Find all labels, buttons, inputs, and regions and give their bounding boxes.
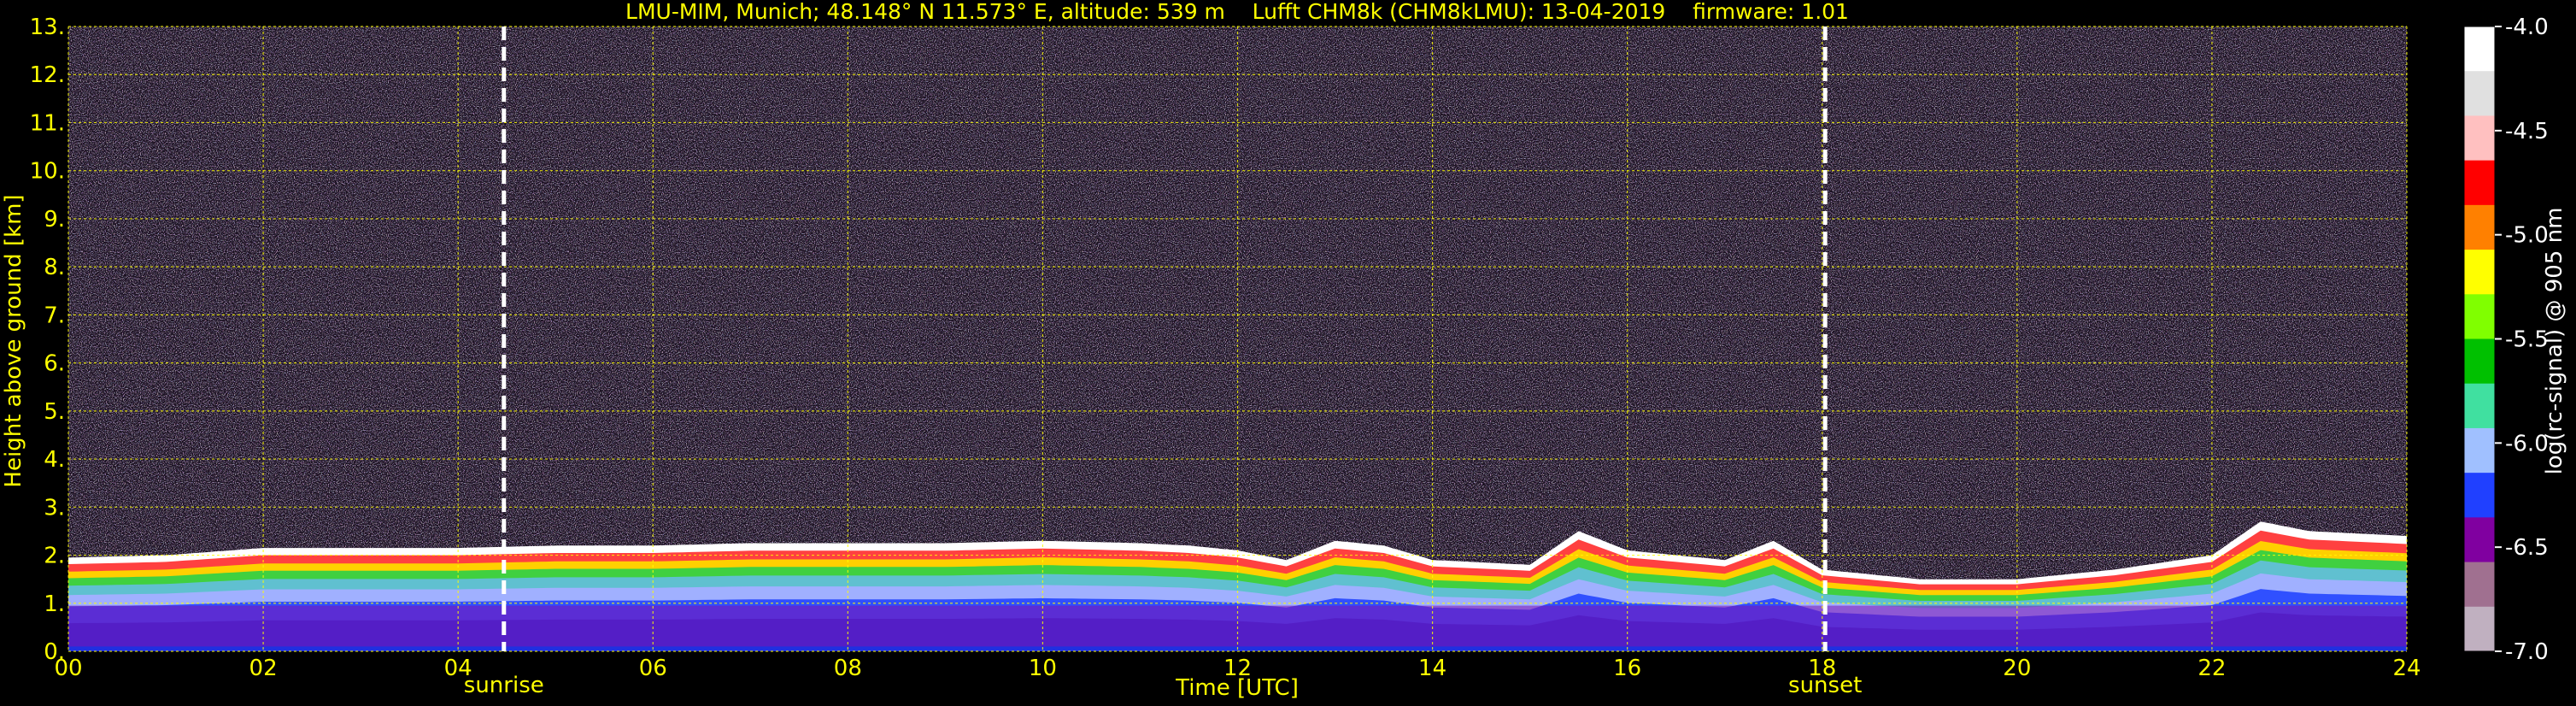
x-tick-label: 14: [1418, 656, 1446, 681]
y-tick-label: 12.: [30, 62, 65, 88]
colorbar-segment: [2464, 115, 2495, 162]
x-tick-label: 06: [639, 656, 667, 681]
colorbar-segment: [2464, 562, 2495, 608]
y-tick-label: 10.: [30, 159, 65, 185]
colorbar-tick-label: -4.5: [2505, 119, 2549, 144]
x-tick-label: 04: [444, 656, 472, 681]
colorbar-segment: [2464, 338, 2495, 385]
y-tick-label: 0.: [44, 639, 65, 665]
x-tick-label: 16: [1613, 656, 1641, 681]
sunrise-label: sunrise: [464, 673, 544, 698]
x-tick-label: 22: [2198, 656, 2226, 681]
colorbar-segment: [2464, 204, 2495, 250]
x-tick-label: 18: [1808, 656, 1836, 681]
x-tick-label: 02: [249, 656, 278, 681]
chart-title: LMU-MIM, Munich; 48.148° N 11.573° E, al…: [625, 0, 1849, 24]
colorbar-segment: [2464, 294, 2495, 339]
y-tick-label: 2.: [44, 544, 65, 569]
colorbar-tick-label: -7.0: [2505, 639, 2549, 665]
colorbar-segment: [2464, 71, 2495, 116]
colorbar-label: log(rc-signal) @ 905 nm: [2542, 208, 2567, 475]
y-tick-label: 11.: [30, 110, 65, 136]
y-tick-label: 4.: [44, 447, 65, 473]
colorbar-segment: [2464, 160, 2495, 206]
y-tick-label: 1.: [44, 591, 65, 617]
colorbar-segment: [2464, 26, 2495, 72]
y-tick-label: 7.: [44, 303, 65, 328]
colorbar-segment: [2464, 427, 2495, 474]
ceilometer-chart: LMU-MIM, Munich; 48.148° N 11.573° E, al…: [0, 0, 2576, 706]
x-tick-label: 24: [2392, 656, 2421, 681]
x-tick-label: 10: [1029, 656, 1057, 681]
y-tick-label: 3.: [44, 495, 65, 521]
colorbar-segment: [2464, 383, 2495, 429]
y-tick-label: 8.: [44, 255, 65, 280]
y-tick-label: 6.: [44, 351, 65, 377]
colorbar-segment: [2464, 473, 2495, 518]
colorbar-segment: [2464, 250, 2495, 295]
y-tick-label: 13.: [30, 15, 65, 40]
colorbar-segment: [2464, 606, 2495, 652]
y-axis-label: Height above ground [km]: [1, 194, 26, 487]
colorbar-tick-label: -6.5: [2505, 535, 2549, 561]
y-tick-label: 9.: [44, 207, 65, 232]
colorbar-tick-label: -4.0: [2505, 15, 2549, 40]
y-tick-label: 5.: [44, 399, 65, 425]
x-axis-label: Time [UTC]: [1175, 675, 1299, 701]
x-tick-label: 20: [2003, 656, 2031, 681]
colorbar-segment: [2464, 517, 2495, 563]
x-tick-label: 08: [834, 656, 862, 681]
